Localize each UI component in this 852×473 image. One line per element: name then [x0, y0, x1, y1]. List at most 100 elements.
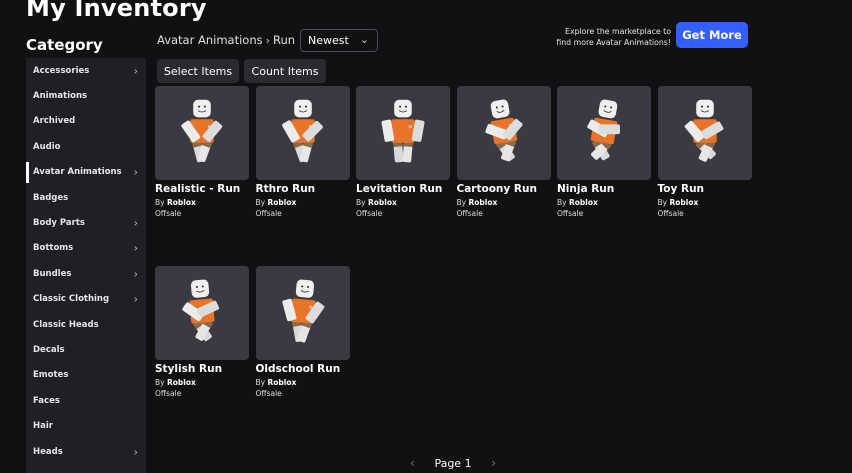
item-status: Offsale — [255, 389, 282, 398]
select-items-button[interactable]: Select Items — [157, 59, 239, 83]
sidebar-item[interactable]: Body Parts › — [26, 210, 146, 235]
item-creator-prefix: By — [456, 198, 467, 207]
chevron-right-icon: › — [133, 64, 138, 78]
item-status: Offsale — [557, 209, 584, 218]
inventory-item-card[interactable]: Ninja Run By Roblox Offsale — [557, 86, 651, 218]
sidebar-item[interactable]: Heads › — [26, 439, 146, 464]
avatar-icon — [465, 92, 543, 174]
item-creator-name[interactable]: Roblox — [368, 198, 397, 207]
item-name[interactable]: Cartoony Run — [457, 183, 551, 195]
avatar-icon — [163, 92, 241, 174]
item-name[interactable]: Toy Run — [658, 183, 752, 195]
item-creator-prefix: By — [255, 198, 266, 207]
marketplace-promo-text: Explore the marketplace to find more Ava… — [511, 26, 671, 48]
sidebar-item-label: Avatar Animations — [33, 167, 122, 178]
sidebar-item[interactable]: Archived — [26, 109, 146, 134]
item-name[interactable]: Levitation Run — [356, 183, 450, 195]
item-creator-name[interactable]: Roblox — [569, 198, 598, 207]
breadcrumb-separator: › — [265, 33, 271, 47]
category-sidebar: Accessories › Animations Archived Audio Avata… — [26, 58, 146, 473]
item-name[interactable]: Realistic - Run — [155, 183, 249, 195]
chevron-right-icon: › — [133, 241, 138, 255]
item-name[interactable]: Stylish Run — [155, 363, 249, 375]
item-name[interactable]: Oldschool Run — [256, 363, 350, 375]
sidebar-item-label: Bottoms — [33, 243, 74, 254]
avatar-icon — [364, 92, 442, 174]
item-creator-name[interactable]: Roblox — [267, 378, 296, 387]
item-thumbnail[interactable] — [155, 86, 249, 180]
sidebar-item-label: Badges — [33, 192, 69, 203]
get-more-button[interactable]: Get More — [676, 22, 748, 48]
item-thumbnail[interactable] — [255, 266, 350, 360]
chevron-down-icon: ⌄ — [359, 33, 369, 46]
item-status: Offsale — [155, 209, 182, 218]
item-creator-prefix: By — [155, 198, 165, 207]
sidebar-item[interactable]: Animations — [26, 83, 146, 108]
avatar-icon — [666, 92, 744, 174]
inventory-item-card[interactable]: Realistic - Run By Roblox Offsale — [155, 86, 249, 218]
sidebar-item[interactable]: Bottoms › — [26, 236, 146, 261]
chevron-right-icon: › — [133, 216, 138, 230]
item-creator-prefix: By — [657, 198, 668, 207]
inventory-item-card[interactable]: Stylish Run By Roblox Offsale — [155, 266, 249, 398]
item-creator-prefix: By — [255, 378, 266, 387]
sidebar-item-label: Decals — [33, 344, 65, 355]
item-thumbnail[interactable] — [356, 86, 450, 180]
item-creator-name[interactable]: Roblox — [468, 198, 497, 207]
sidebar-item-label: Audio — [33, 141, 61, 152]
sidebar-item-label: Classic Clothing — [33, 294, 110, 305]
item-creator-prefix: By — [557, 198, 567, 207]
avatar-icon — [163, 272, 241, 354]
page-title: My Inventory — [26, 0, 207, 22]
sidebar-item-label: Accessories — [33, 65, 90, 76]
item-thumbnail[interactable] — [155, 266, 249, 360]
breadcrumb-parent[interactable]: Avatar Animations — [157, 33, 263, 47]
item-creator-name[interactable]: Roblox — [167, 198, 196, 207]
sidebar-item-label: Faces — [33, 395, 60, 406]
sidebar-item[interactable]: Hair — [26, 413, 146, 438]
sidebar-item-label: Archived — [33, 116, 76, 127]
sidebar-item[interactable]: Badges — [26, 185, 146, 210]
sidebar-item-label: Animations — [33, 91, 88, 102]
sidebar-item[interactable]: Emotes — [26, 363, 146, 388]
chevron-right-icon: › — [133, 165, 138, 179]
sidebar-item-label: Body Parts — [33, 218, 85, 229]
item-creator: By Roblox — [256, 198, 350, 207]
item-thumbnail[interactable] — [255, 86, 350, 180]
item-creator-name[interactable]: Roblox — [267, 198, 296, 207]
item-thumbnail[interactable] — [456, 86, 551, 180]
inventory-item-card[interactable]: Levitation Run By Roblox Offsale — [356, 86, 450, 218]
sort-dropdown[interactable]: Newest ⌄ — [300, 29, 378, 52]
next-page-icon[interactable]: › — [491, 456, 496, 470]
breadcrumb: Avatar Animations › Run — [157, 33, 295, 47]
item-thumbnail[interactable] — [657, 86, 752, 180]
item-creator: By Roblox — [155, 198, 249, 207]
promo-line-1: Explore the marketplace to — [565, 27, 671, 36]
item-thumbnail[interactable] — [557, 86, 651, 180]
inventory-item-card[interactable]: Cartoony Run By Roblox Offsale — [456, 86, 551, 218]
item-creator-name[interactable]: Roblox — [669, 198, 698, 207]
item-status: Offsale — [356, 209, 383, 218]
item-name[interactable]: Rthro Run — [256, 183, 350, 195]
item-status: Offsale — [456, 209, 483, 218]
sort-selected-value: Newest — [308, 34, 349, 47]
count-items-button[interactable]: Count Items — [244, 59, 326, 83]
item-creator: By Roblox — [155, 378, 249, 387]
sidebar-item[interactable]: Audio — [26, 134, 146, 159]
sidebar-item[interactable]: Avatar Animations › — [26, 160, 146, 185]
avatar-icon — [264, 272, 342, 354]
item-creator-name[interactable]: Roblox — [167, 378, 196, 387]
item-creator-prefix: By — [155, 378, 165, 387]
sidebar-item-label: Bundles — [33, 268, 72, 279]
sidebar-item[interactable]: Classic Clothing › — [26, 287, 146, 312]
inventory-item-card[interactable]: Rthro Run By Roblox Offsale — [255, 86, 350, 218]
item-name[interactable]: Ninja Run — [557, 183, 651, 195]
sidebar-item[interactable]: Accessories › — [26, 58, 146, 83]
inventory-item-card[interactable]: Toy Run By Roblox Offsale — [657, 86, 752, 218]
sidebar-item[interactable]: Bundles › — [26, 261, 146, 286]
prev-page-icon[interactable]: ‹ — [410, 456, 415, 470]
inventory-item-card[interactable]: Oldschool Run By Roblox Offsale — [255, 266, 350, 398]
sidebar-item[interactable]: Faces — [26, 388, 146, 413]
sidebar-item[interactable]: Classic Heads — [26, 312, 146, 337]
sidebar-item[interactable]: Decals — [26, 337, 146, 362]
